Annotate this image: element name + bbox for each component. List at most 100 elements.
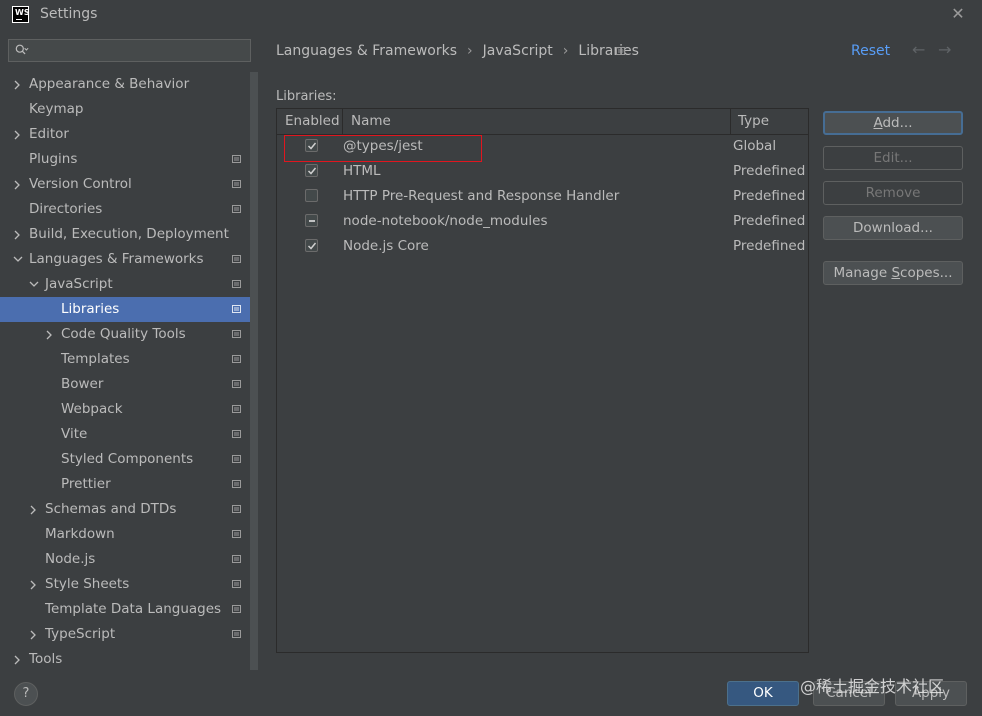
sidebar-item-label: Template Data Languages [45,601,222,617]
sidebar-item-label: Bower [61,376,104,392]
sidebar-item-label: Tools [29,651,63,667]
sidebar-item[interactable]: Version Control [0,172,250,197]
sidebar-item-label: Build, Execution, Deployment [29,226,229,242]
remove-button[interactable]: Remove [823,181,963,205]
enabled-checkbox[interactable] [305,239,318,252]
project-level-icon [232,580,241,588]
sidebar-item-label: Appearance & Behavior [29,76,190,92]
manage-scopes-button[interactable]: Manage Scopes... [823,261,963,285]
library-type: Predefined [733,238,806,254]
sidebar-item[interactable]: JavaScript [0,272,250,297]
sidebar-item[interactable]: Editor [0,122,250,147]
sidebar-item[interactable]: Markdown [0,522,250,547]
sidebar-item-label: JavaScript [45,276,113,292]
breadcrumb-item: JavaScript [482,43,553,59]
chevron-right-icon[interactable] [45,322,55,347]
add-button[interactable]: Add... [823,111,963,135]
sidebar-item[interactable]: Tools [0,647,250,672]
reset-link[interactable]: Reset [851,43,890,59]
sidebar-item-label: Style Sheets [45,576,130,592]
sidebar-item[interactable]: Webpack [0,397,250,422]
library-name: HTML [343,163,381,179]
sidebar-item[interactable]: Build, Execution, Deployment [0,222,250,247]
chevron-right-icon[interactable] [13,122,23,147]
sidebar-item[interactable]: Keymap [0,97,250,122]
sidebar-item[interactable]: Languages & Frameworks [0,247,250,272]
sidebar-item-label: Keymap [29,101,84,117]
back-arrow-icon[interactable]: ← [912,40,925,59]
chevron-right-icon[interactable] [29,572,39,597]
sidebar-item[interactable]: Prettier [0,472,250,497]
sidebar-scrollbar[interactable] [250,72,258,670]
sidebar-item[interactable]: Templates [0,347,250,372]
libraries-table: Enabled Name Type @types/jest Global HTML P… [276,108,809,653]
project-level-icon [232,355,241,363]
table-row[interactable]: Node.js Core Predefined [277,234,808,259]
sidebar-item-label: Markdown [45,526,115,542]
sidebar-item-label: Styled Components [61,451,194,467]
sidebar-item[interactable]: TypeScript [0,622,250,647]
chevron-right-icon[interactable] [13,647,23,672]
sidebar-item[interactable]: Template Data Languages [0,597,250,622]
chevron-right-icon[interactable] [29,622,39,647]
chevron-right-icon[interactable] [29,497,39,522]
search-icon [15,44,29,55]
chevron-right-icon[interactable] [13,222,23,247]
project-level-icon [232,280,241,288]
sidebar-item[interactable]: Plugins [0,147,250,172]
sidebar-item[interactable]: Appearance & Behavior [0,72,250,97]
chevron-right-icon[interactable] [13,72,23,97]
chevron-right-icon: › [467,43,473,59]
project-level-icon [616,47,625,55]
help-button[interactable]: ? [14,682,38,706]
close-icon[interactable]: ✕ [948,4,968,24]
table-row[interactable]: HTML Predefined [277,159,808,184]
chevron-right-icon[interactable] [13,172,23,197]
table-row[interactable]: node-notebook/node_modules Predefined [277,209,808,234]
library-name: node-notebook/node_modules [343,213,548,229]
chevron-down-icon[interactable] [13,247,23,272]
sidebar-item-label: Languages & Frameworks [29,251,204,267]
enabled-checkbox[interactable] [305,164,318,177]
sidebar-item[interactable]: Schemas and DTDs [0,497,250,522]
column-divider [342,109,343,134]
column-header-enabled[interactable]: Enabled [285,109,340,134]
project-level-icon [232,380,241,388]
enabled-checkbox[interactable] [305,214,318,227]
project-level-icon [232,630,241,638]
edit-button[interactable]: Edit... [823,146,963,170]
window-title: Settings [40,6,98,22]
project-level-icon [232,155,241,163]
table-row[interactable]: HTTP Pre-Request and Response Handler Pre… [277,184,808,209]
sidebar-item[interactable]: Libraries [0,297,250,322]
sidebar-item-label: Code Quality Tools [61,326,186,342]
project-level-icon [232,430,241,438]
annotation-highlight-box [284,135,482,162]
library-type: Global [733,138,777,154]
chevron-down-icon[interactable] [29,272,39,297]
sidebar-item-label: Version Control [29,176,132,192]
project-level-icon [232,205,241,213]
sidebar-item[interactable]: Code Quality Tools [0,322,250,347]
sidebar-item[interactable]: Styled Components [0,447,250,472]
enabled-checkbox[interactable] [305,189,318,202]
library-name: Node.js Core [343,238,429,254]
search-input[interactable] [8,39,251,62]
sidebar-item-label: Templates [61,351,130,367]
sidebar-item-label: Editor [29,126,69,142]
project-level-icon [232,605,241,613]
sidebar-item[interactable]: Vite [0,422,250,447]
sidebar-item[interactable]: Bower [0,372,250,397]
project-level-icon [232,480,241,488]
sidebar-item[interactable]: Node.js [0,547,250,572]
sidebar-item[interactable]: Directories [0,197,250,222]
sidebar-item-label: Webpack [61,401,123,417]
sidebar-item[interactable]: Style Sheets [0,572,250,597]
breadcrumb-item: Libraries [578,43,639,59]
project-level-icon [232,305,241,313]
column-header-name[interactable]: Name [351,109,391,134]
column-header-type[interactable]: Type [738,109,769,134]
download-button[interactable]: Download... [823,216,963,240]
ok-button[interactable]: OK [727,681,799,706]
forward-arrow-icon[interactable]: → [938,40,951,59]
